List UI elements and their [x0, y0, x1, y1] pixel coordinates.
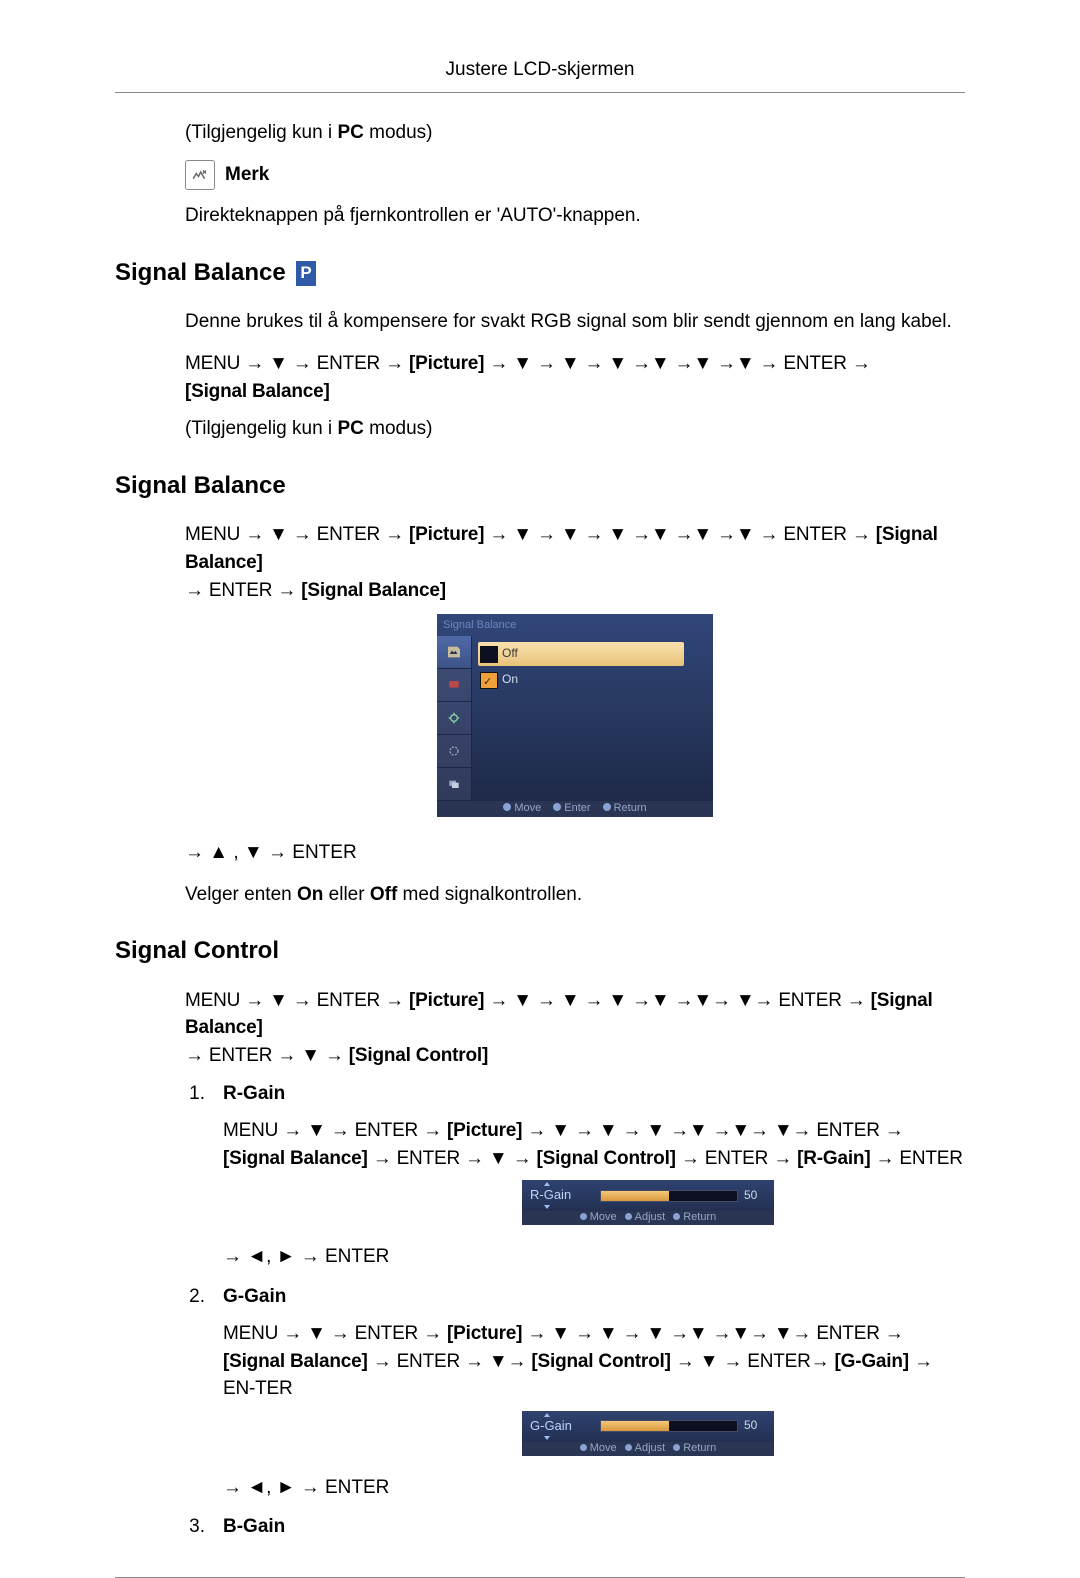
list-item-ggain: 2. G-Gain MENU → ▼ → ENTER → [Picture] →… [185, 1283, 965, 1502]
availability-note: (Tilgjengelig kun i PC modus) [185, 119, 965, 147]
ggain-label: G-Gain [223, 1283, 965, 1311]
rgain-slider-osd: R-Gain 50 Move Adjust Return [522, 1180, 774, 1225]
heading-signal-control: Signal Control [115, 934, 965, 969]
nav-sequence-rgain: MENU → ▼ → ENTER → [Picture] → ▼ → ▼ → ▼… [223, 1117, 965, 1172]
osd-option-off[interactable]: Off [478, 642, 684, 666]
nav-sequence-ggain: MENU → ▼ → ENTER → [Picture] → ▼ → ▼ → ▼… [223, 1320, 965, 1403]
signal-balance-desc: Denne brukes til å kompensere for svakt … [185, 308, 965, 336]
nav-sequence-1: MENU → ▼ → ENTER → [Picture] → ▼ → ▼ → ▼… [185, 350, 965, 405]
list-item-rgain: 1. R-Gain MENU → ▼ → ENTER → [Picture] →… [185, 1080, 965, 1271]
nav-sequence-3: MENU → ▼ → ENTER → [Picture] → ▼ → ▼ → ▼… [185, 987, 965, 1070]
pc-badge-icon: P [296, 261, 315, 287]
osd-tab-sound-icon[interactable] [437, 669, 471, 702]
nav-sequence-2: MENU → ▼ → ENTER → [Picture] → ▼ → ▼ → ▼… [185, 521, 965, 604]
heading-signal-balance-2: Signal Balance [115, 469, 965, 504]
note-row: Merk [185, 160, 965, 190]
note-label: Merk [225, 161, 269, 189]
nav-end-ggain: → ◄, ► → ENTER [223, 1474, 965, 1502]
osd-tab-picture-icon[interactable] [437, 636, 471, 669]
ggain-value: 50 [744, 1417, 766, 1434]
osd-tabs [437, 636, 472, 801]
header-title: Justere LCD-skjermen [446, 59, 635, 80]
rgain-value: 50 [744, 1187, 766, 1204]
checkbox-checked-icon [480, 672, 498, 689]
choose-text: Velger enten On eller Off med signalkont… [185, 881, 965, 909]
rgain-slider[interactable] [600, 1190, 738, 1202]
rgain-slider-label: R-Gain [530, 1186, 600, 1205]
osd-hint-return: Return [603, 801, 647, 817]
osd-footer: Move Enter Return [437, 801, 713, 817]
ggain-slider[interactable] [600, 1420, 738, 1432]
ggain-slider-osd: G-Gain 50 Move Adjust Return [522, 1411, 774, 1456]
note-icon [185, 160, 215, 190]
mini-osd-footer-2: Move Adjust Return [522, 1442, 774, 1456]
osd-title: Signal Balance [437, 614, 713, 636]
osd-tab-setup-icon[interactable] [437, 702, 471, 735]
direct-button-text: Direkteknappen på fjernkontrollen er 'AU… [185, 202, 965, 230]
osd-hint-move: Move [503, 801, 541, 817]
heading-signal-balance-1: Signal Balance P [115, 256, 965, 291]
rgain-label: R-Gain [223, 1080, 965, 1108]
osd-menu: Signal Balance [437, 614, 713, 817]
availability-note-2: (Tilgjengelig kun i PC modus) [185, 415, 965, 443]
osd-option-on[interactable]: On [478, 670, 707, 690]
mini-osd-footer: Move Adjust Return [522, 1211, 774, 1225]
nav-end-rgain: → ◄, ► → ENTER [223, 1243, 965, 1271]
page-header: Justere LCD-skjermen [115, 0, 965, 93]
osd-tab-4-icon[interactable] [437, 735, 471, 768]
nav-end-1: → ▲ , ▼ → ENTER [185, 839, 965, 867]
ggain-slider-label: G-Gain [530, 1417, 600, 1436]
osd-hint-enter: Enter [553, 801, 590, 817]
osd-tab-5-icon[interactable] [437, 768, 471, 801]
checkbox-icon [480, 646, 498, 663]
